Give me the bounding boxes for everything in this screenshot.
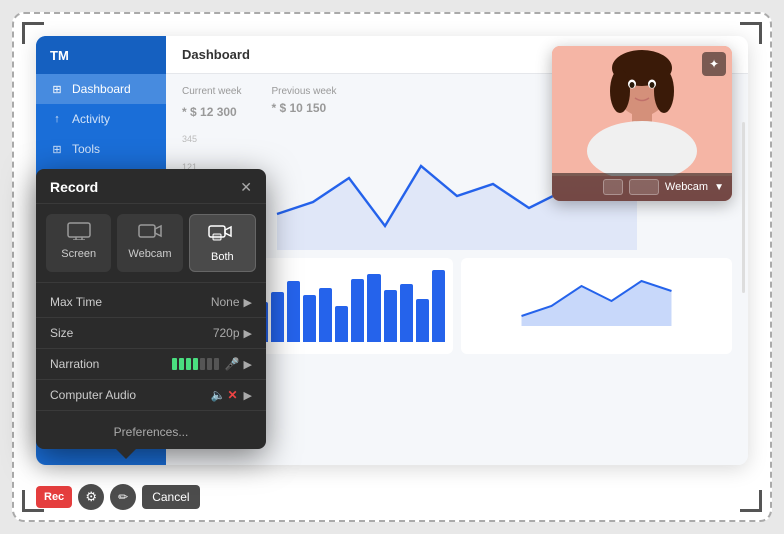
area-chart [461, 258, 732, 354]
mode-both-button[interactable]: Both [189, 214, 256, 272]
scrollbar[interactable] [742, 122, 745, 294]
area-chart-svg [469, 266, 724, 326]
narration-row: Narration 🎤 ▶ [36, 349, 266, 380]
y-label-1: 345 [182, 134, 197, 144]
panel-tail [116, 449, 136, 459]
screen-svg [67, 222, 91, 240]
activity-icon: ↑ [50, 112, 64, 126]
bar-seg-4 [193, 358, 198, 370]
record-title: Record [50, 179, 98, 195]
both-svg [208, 223, 236, 243]
stat-current-week-value: * $ 12 300 [182, 99, 241, 122]
narration-label: Narration [50, 357, 172, 371]
corner-br [740, 490, 762, 512]
webcam-screen-btn[interactable] [603, 179, 623, 195]
close-button[interactable]: ✕ [240, 180, 252, 194]
bar-6 [271, 292, 284, 342]
bar-15 [416, 299, 429, 342]
bar-seg-3 [186, 358, 191, 370]
bar-10 [335, 306, 348, 342]
size-chevron[interactable]: ▶ [244, 327, 252, 340]
stat-previous-week-label: Previous week [271, 86, 336, 97]
sidebar-item-activity[interactable]: ↑ Activity [36, 104, 166, 134]
bar-seg-7 [214, 358, 219, 370]
webcam-dropdown-icon[interactable]: ▼ [714, 182, 724, 193]
edit-icon: ✏ [118, 490, 128, 504]
webcam-mode-icon [138, 222, 162, 244]
outer-frame: TM ⊞ Dashboard ↑ Activity ⊞ Tools ⊞ Anal… [12, 12, 772, 522]
rec-button[interactable]: Rec [36, 486, 72, 508]
bar-16 [432, 270, 445, 342]
sidebar-item-tools[interactable]: ⊞ Tools [36, 134, 166, 164]
webcam-overlay: ✦ Webcam ▼ [552, 46, 732, 201]
max-time-label: Max Time [50, 295, 211, 309]
sidebar-item-dashboard[interactable]: ⊞ Dashboard [36, 74, 166, 104]
speaker-icon: 🔈 [211, 388, 226, 402]
tools-icon: ⊞ [50, 142, 64, 156]
wand-icon: ✦ [709, 57, 719, 71]
mute-x-icon: ✕ [227, 388, 237, 402]
audio-muted-indicator: 🔈 ✕ [211, 388, 238, 402]
bar-13 [384, 290, 397, 342]
max-time-row: Max Time None ▶ [36, 287, 266, 318]
bar-12 [367, 274, 380, 342]
stat-prefix: * [182, 105, 190, 119]
bottom-toolbar: Rec ⚙ ✏ Cancel [36, 484, 200, 510]
mic-icon[interactable]: 🎤 [225, 357, 240, 371]
size-value: 720p [213, 326, 240, 340]
record-header: Record ✕ [36, 169, 266, 204]
bar-11 [351, 279, 364, 342]
audio-chevron[interactable]: ▶ [244, 389, 252, 402]
webcam-bottom-bar: Webcam ▼ [552, 173, 732, 201]
size-row: Size 720p ▶ [36, 318, 266, 349]
computer-audio-row: Computer Audio 🔈 ✕ ▶ [36, 380, 266, 411]
bar-seg-5 [200, 358, 205, 370]
bar-seg-6 [207, 358, 212, 370]
stat-current-week-label: Current week [182, 86, 241, 97]
bar-14 [400, 284, 413, 342]
bar-9 [319, 288, 332, 342]
sidebar-logo: TM [36, 36, 166, 74]
webcam-cam-btn[interactable] [629, 179, 659, 195]
sidebar-item-label: Dashboard [72, 82, 131, 96]
screen-mode-label: Screen [61, 248, 96, 260]
mode-webcam-button[interactable]: Webcam [117, 214, 182, 272]
computer-audio-label: Computer Audio [50, 388, 211, 402]
page-title: Dashboard [182, 47, 250, 62]
size-label: Size [50, 326, 213, 340]
settings-rows: Max Time None ▶ Size 720p ▶ Narration [36, 283, 266, 415]
bar-8 [303, 295, 316, 342]
webcam-svg [138, 222, 162, 240]
webcam-label: Webcam [665, 181, 708, 193]
screen-icon [67, 222, 91, 244]
bar-7 [287, 281, 300, 342]
cancel-button[interactable]: Cancel [142, 485, 199, 509]
edit-button[interactable]: ✏ [110, 484, 136, 510]
sidebar-item-label: Tools [72, 142, 100, 156]
gear-button[interactable]: ⚙ [78, 484, 104, 510]
mode-screen-button[interactable]: Screen [46, 214, 111, 272]
webcam-mode-label: Webcam [128, 248, 171, 260]
bar-seg-2 [179, 358, 184, 370]
both-mode-label: Both [211, 251, 234, 263]
max-time-chevron[interactable]: ▶ [244, 296, 252, 309]
dashboard-icon: ⊞ [50, 82, 64, 96]
gear-icon: ⚙ [85, 489, 97, 505]
bar-seg-1 [172, 358, 177, 370]
sidebar-item-label: Activity [72, 112, 110, 126]
preferences-button[interactable]: Preferences... [36, 415, 266, 449]
narration-level-bar [172, 358, 219, 370]
record-panel: Record ✕ Screen [36, 169, 266, 449]
stat-previous-week-value: * $ 10 150 [271, 99, 336, 117]
narration-chevron[interactable]: ▶ [244, 358, 252, 371]
stat-previous-week: Previous week * $ 10 150 [271, 86, 336, 122]
max-time-value: None [211, 295, 240, 309]
wand-button[interactable]: ✦ [702, 52, 726, 76]
stat-current-week: Current week * $ 12 300 [182, 86, 241, 122]
mode-buttons: Screen Webcam [36, 204, 266, 283]
logo-text: TM [50, 48, 69, 63]
both-mode-icon [208, 223, 236, 247]
